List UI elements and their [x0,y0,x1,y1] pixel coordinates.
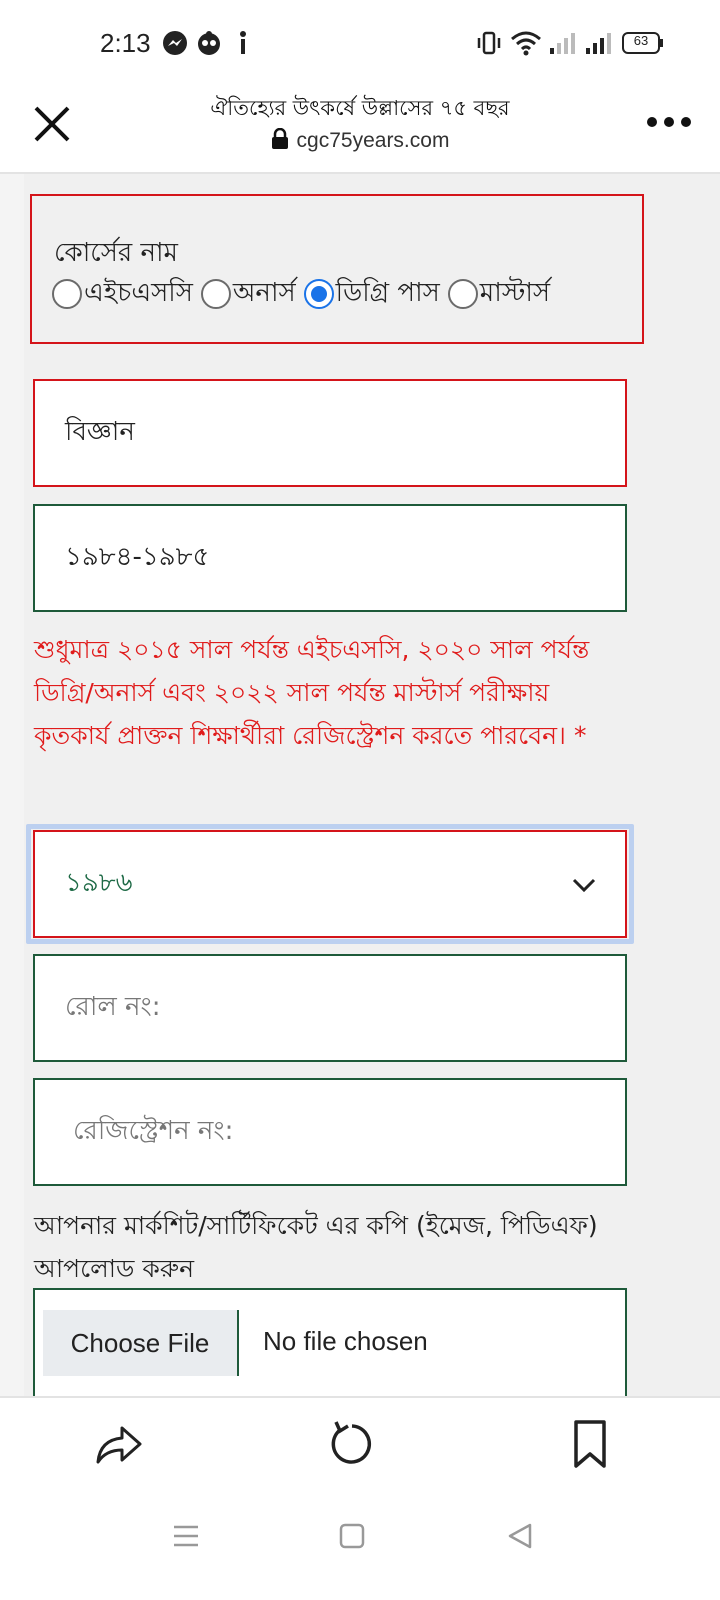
course-option-masters[interactable]: মাস্টার্স [447,272,551,316]
person-icon [236,30,250,60]
recent-apps-button[interactable] [164,1514,208,1558]
registration-number-placeholder: রেজিস্ট্রেশন নং: [73,1116,234,1146]
share-icon [96,1426,142,1464]
radio-label: অনার্স [232,278,296,308]
radio-label: এইচএসসি [84,278,193,308]
signal-icon [584,30,612,60]
more-horizontal-icon [647,117,691,127]
browser-bottom-toolbar [0,1396,720,1488]
page-title: ঐতিহ্যের উৎকর্ষে উল্লাসের ৭৫ বছর [210,96,510,120]
roll-number-placeholder: রোল নং: [65,992,161,1022]
share-button[interactable] [88,1414,148,1474]
passing-year-value: ১৯৮৬ [65,868,133,898]
reload-icon [331,1421,372,1464]
status-bar: 2:13 63 [0,0,720,88]
passing-year-select[interactable]: ১৯৮৬ [33,830,627,938]
menu-lines-icon [174,1525,198,1547]
chevron-down-icon [572,878,596,893]
radio-button[interactable] [447,279,478,309]
radio-label: ডিগ্রি পাস [335,278,440,308]
background-pattern-left [0,174,24,1422]
reload-button[interactable] [322,1414,382,1474]
vibrate-icon [476,30,502,60]
bookmark-button[interactable] [560,1414,620,1474]
url-bar[interactable]: cgc75years.com [120,127,600,153]
course-option-degree-pass[interactable]: ডিগ্রি পাস [303,272,440,316]
eligibility-notice: শুধুমাত্র ২০১৫ সাল পর্যন্ত এইচএসসি, ২০২০… [34,635,590,750]
browser-header: ঐতিহ্যের উৎকর্ষে উল্লাসের ৭৫ বছর cgc75ye… [0,88,720,174]
registration-number-field[interactable]: রেজিস্ট্রেশন নং: [33,1078,627,1186]
radio-label: মাস্টার্স [479,278,551,308]
session-field[interactable]: ১৯৮৪-১৯৮৫ [33,504,627,612]
home-button[interactable] [330,1514,374,1558]
course-radio-group: এইচএসসি অনার্স ডিগ্রি পাস মাস্টার্স [52,272,558,316]
course-fieldset: কোর্সের নাম এইচএসসি অনার্স ডিগ্রি পাস মা… [30,194,644,344]
close-icon [34,106,70,142]
radio-button-selected[interactable] [303,279,334,309]
messenger-icon [162,30,188,60]
course-option-hsc[interactable]: এইচএসসি [52,272,193,316]
bookmark-icon [574,1420,606,1468]
status-time: 2:13 [100,28,151,58]
wifi-icon [510,30,542,60]
battery-icon: 63 [622,32,664,58]
group-field[interactable]: বিজ্ঞান [33,379,627,487]
roll-number-field[interactable]: রোল নং: [33,954,627,1062]
group-value: বিজ্ঞান [65,417,135,447]
system-navigation-bar [0,1488,720,1600]
choose-file-button[interactable]: Choose File [43,1310,239,1376]
course-option-honours[interactable]: অনার্স [200,272,296,316]
signal-icon [548,30,576,60]
upload-label: আপনার মার্কশিট/সার্টিফিকেট এর কপি (ইমেজ,… [34,1211,598,1283]
notification-app-icon [196,30,222,60]
file-status: No file chosen [263,1326,428,1356]
lock-icon [271,127,288,149]
file-upload-field[interactable]: Choose File No file chosen [33,1288,627,1408]
session-value: ১৯৮৪-১৯৮৫ [65,542,210,572]
battery-level: 63 [633,33,649,48]
back-triangle-icon [508,1523,532,1549]
radio-button[interactable] [200,279,231,309]
background-pattern-right [690,174,720,1422]
url-text: cgc75years.com [296,129,450,152]
home-square-icon [339,1523,365,1549]
close-button[interactable] [30,102,74,146]
radio-button[interactable] [52,279,82,309]
back-button[interactable] [498,1514,542,1558]
course-label: কোর্সের নাম [54,238,178,268]
more-menu-button[interactable] [646,112,692,132]
web-content[interactable]: কোর্সের নাম এইচএসসি অনার্স ডিগ্রি পাস মা… [0,174,720,1422]
